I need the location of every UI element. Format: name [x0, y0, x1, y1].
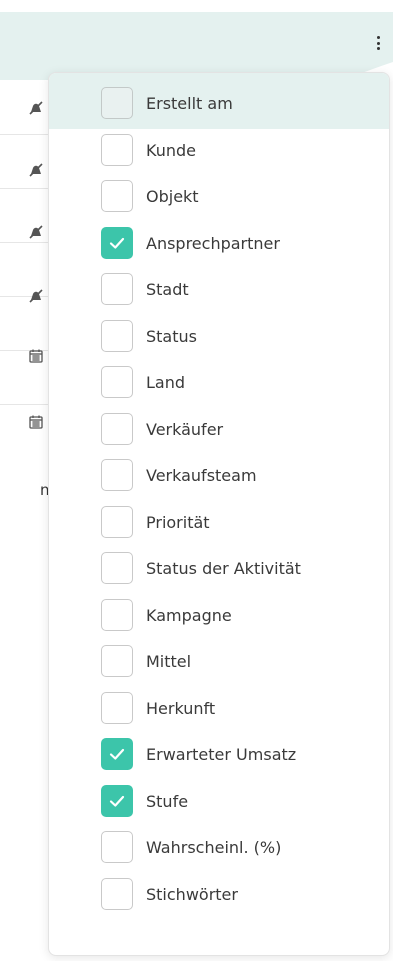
column-option-label: Land [146, 372, 186, 392]
more-options-icon[interactable] [374, 36, 382, 50]
column-option-stichwoerter[interactable]: Stichwörter [101, 876, 381, 912]
checkbox[interactable] [101, 320, 133, 352]
table-row[interactable] [0, 350, 48, 429]
column-option-ansprechpartner[interactable]: Ansprechpartner [101, 225, 381, 261]
table-row[interactable] [0, 296, 48, 363]
checkbox[interactable] [101, 831, 133, 863]
column-option-objekt[interactable]: Objekt [101, 178, 381, 214]
column-option-kampagne[interactable]: Kampagne [101, 597, 381, 633]
check-icon [109, 795, 125, 807]
column-option-status[interactable]: Status [101, 318, 381, 354]
table-row[interactable] [0, 134, 48, 189]
column-option-label: Objekt [146, 186, 199, 206]
column-option-status-der-aktivitaet[interactable]: Status der Aktivität [101, 550, 381, 586]
bell-off-icon [29, 163, 43, 177]
column-option-verkaeufer[interactable]: Verkäufer [101, 411, 381, 447]
checkbox[interactable] [101, 366, 133, 398]
table-row[interactable] [0, 188, 48, 243]
column-option-label: Erwarteter Umsatz [146, 744, 297, 764]
column-option-label: Ansprechpartner [146, 233, 280, 253]
column-option-herkunft[interactable]: Herkunft [101, 690, 381, 726]
checkbox[interactable] [101, 180, 133, 212]
checkbox[interactable] [101, 459, 133, 491]
column-option-erstellt-am[interactable]: Erstellt am [101, 85, 381, 121]
column-option-label: Herkunft [146, 698, 216, 718]
calendar-icon [29, 415, 43, 429]
checkbox[interactable] [101, 692, 133, 724]
table-row[interactable] [0, 242, 48, 303]
top-strip [0, 0, 393, 12]
checkbox[interactable] [101, 878, 133, 910]
column-option-label: Mittel [146, 651, 192, 671]
check-icon [109, 748, 125, 760]
checkbox[interactable] [101, 87, 133, 119]
column-option-wahrscheinlichkeit[interactable]: Wahrscheinl. (%) [101, 829, 381, 865]
column-chooser-dropdown: Erstellt am Kunde Objekt Ansprechpartner… [48, 72, 390, 956]
checkbox-checked[interactable] [101, 227, 133, 259]
column-option-label: Kampagne [146, 605, 232, 625]
checkbox-checked[interactable] [101, 738, 133, 770]
column-option-label: Stufe [146, 791, 189, 811]
column-option-label: Wahrscheinl. (%) [146, 837, 282, 857]
checkbox[interactable] [101, 413, 133, 445]
bell-off-icon [29, 101, 43, 115]
checkbox-checked[interactable] [101, 785, 133, 817]
checkbox[interactable] [101, 645, 133, 677]
checkbox[interactable] [101, 506, 133, 538]
table-row[interactable] [0, 80, 48, 135]
column-option-label: Verkäufer [146, 419, 224, 439]
column-option-kunde[interactable]: Kunde [101, 132, 381, 168]
column-option-label: Priorität [146, 512, 210, 532]
checkbox[interactable] [101, 134, 133, 166]
checkbox[interactable] [101, 599, 133, 631]
column-option-label: Stichwörter [146, 884, 238, 904]
column-option-label: Status der Aktivität [146, 558, 301, 578]
column-option-label: Kunde [146, 140, 196, 160]
column-option-land[interactable]: Land [101, 364, 381, 400]
column-option-mittel[interactable]: Mittel [101, 643, 381, 679]
column-option-verkaufsteam[interactable]: Verkaufsteam [101, 457, 381, 493]
column-option-label: Stadt [146, 279, 189, 299]
checkbox[interactable] [101, 273, 133, 305]
column-option-label: Status [146, 326, 197, 346]
column-option-label: Verkaufsteam [146, 465, 257, 485]
column-option-erwarteter-umsatz[interactable]: Erwarteter Umsatz [101, 736, 381, 772]
column-option-prioritaet[interactable]: Priorität [101, 504, 381, 540]
column-option-stadt[interactable]: Stadt [101, 271, 381, 307]
column-option-stufe[interactable]: Stufe [101, 783, 381, 819]
bell-off-icon [29, 225, 43, 239]
column-option-label: Erstellt am [146, 93, 233, 113]
checkbox[interactable] [101, 552, 133, 584]
check-icon [109, 237, 125, 249]
